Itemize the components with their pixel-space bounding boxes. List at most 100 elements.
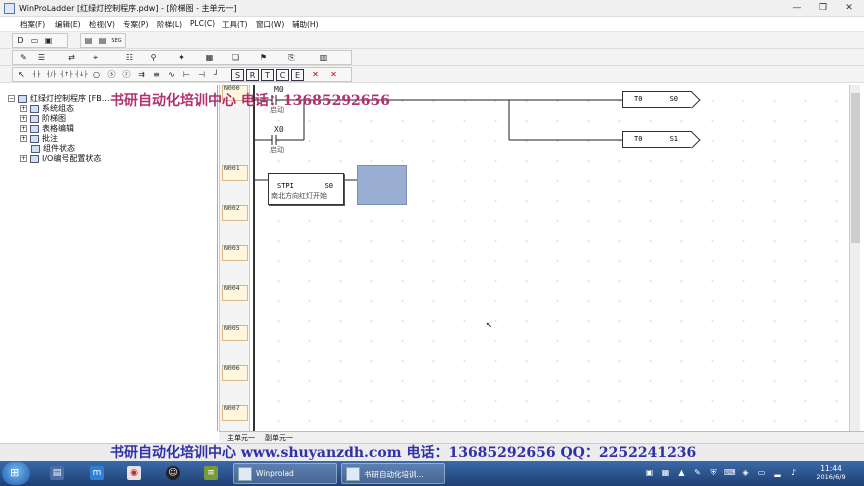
tree-item-io[interactable]: + I/O编号配置状态 xyxy=(20,153,101,164)
branch-icon[interactable]: ⇉ xyxy=(135,69,148,81)
locate-icon[interactable]: ⌖ xyxy=(89,52,102,64)
output-target: S0 xyxy=(669,95,678,103)
contact-address[interactable]: X0 xyxy=(274,125,284,134)
menu-file[interactable]: 档案(F) xyxy=(20,19,45,30)
find-icon[interactable]: ⚲ xyxy=(147,52,160,64)
windows-logo-icon: ⊞ xyxy=(10,466,20,479)
expand-icon[interactable]: + xyxy=(20,155,27,162)
print-button[interactable]: ▤ xyxy=(82,35,95,47)
ladder-editor[interactable]: N000 N001 N002 N003 N004 N005 N006 N007 … xyxy=(219,84,849,431)
menu-tools[interactable]: 工具(T) xyxy=(222,19,247,30)
menu-project[interactable]: 专案(P) xyxy=(123,19,148,30)
open-button[interactable]: ▭ xyxy=(28,35,41,47)
menu-plc[interactable]: PLC(C) xyxy=(190,19,215,28)
menu-help[interactable]: 辅助(H) xyxy=(292,19,319,30)
taskbar-pin[interactable]: m xyxy=(82,463,112,484)
taskbar-pin[interactable]: ◉ xyxy=(119,463,149,484)
left-link-icon[interactable]: ⊢ xyxy=(180,69,193,81)
preview-button[interactable]: ▤ xyxy=(96,35,109,47)
clock[interactable]: 11:44 2016/6/9 xyxy=(806,464,856,481)
monitor-tray-icon[interactable]: ▣ xyxy=(644,467,655,478)
start-button[interactable]: ⊞ xyxy=(2,462,30,485)
coil-icon[interactable]: ○ xyxy=(90,69,103,81)
security-tray-icon[interactable]: ⛨ xyxy=(708,467,719,478)
stack-icon: ≡ xyxy=(204,466,218,480)
qq-icon: ☺ xyxy=(166,466,180,480)
right-link-icon[interactable]: ⊣ xyxy=(195,69,208,81)
collapse-icon[interactable]: − xyxy=(8,95,15,102)
taskbar-pin[interactable]: ≡ xyxy=(196,463,226,484)
rising-contact-icon[interactable]: ┤↑├ xyxy=(60,69,73,81)
c-block-icon[interactable]: C xyxy=(276,69,289,81)
corner-icon[interactable]: ┘ xyxy=(210,69,223,81)
hline-icon[interactable]: ≡ xyxy=(150,69,163,81)
menu-ladder[interactable]: 阶梯(L) xyxy=(157,19,182,30)
maximize-button[interactable]: ❐ xyxy=(810,0,836,17)
flag-icon[interactable]: ⚑ xyxy=(257,52,270,64)
table-icon[interactable]: ▥ xyxy=(317,52,330,64)
set-coil-icon[interactable]: ⓢ xyxy=(105,69,118,81)
stpi-function-block[interactable]: STPI S0 南北方向红灯开始 xyxy=(268,173,344,205)
project-icon xyxy=(18,94,27,103)
rung-label[interactable]: N002 xyxy=(222,204,248,221)
list-icon[interactable]: ☷ xyxy=(123,52,136,64)
chevron-up-icon[interactable]: ▲ xyxy=(676,467,687,478)
rung-label[interactable]: N003 xyxy=(222,244,248,261)
rung-label[interactable]: N006 xyxy=(222,364,248,381)
t-block-icon[interactable]: T xyxy=(261,69,274,81)
volume-icon[interactable]: ♪ xyxy=(788,467,799,478)
reset-coil-icon[interactable]: ⓡ xyxy=(120,69,133,81)
expand-icon[interactable]: + xyxy=(20,135,27,142)
save-button[interactable]: ▣ xyxy=(42,35,55,47)
window-icon[interactable]: ❏ xyxy=(229,52,242,64)
grid-icon[interactable]: ▦ xyxy=(203,52,216,64)
expand-icon[interactable]: + xyxy=(20,115,27,122)
e-block-icon[interactable]: E xyxy=(291,69,304,81)
menu-view[interactable]: 检视(V) xyxy=(89,19,115,30)
mouse-cursor-icon: ↖ xyxy=(486,319,493,330)
scroll-thumb[interactable] xyxy=(851,93,860,243)
minimize-button[interactable]: — xyxy=(784,0,810,17)
network-tray-icon[interactable]: ▦ xyxy=(660,467,671,478)
close-button[interactable]: ✕ xyxy=(836,0,862,17)
vertical-scrollbar[interactable] xyxy=(849,85,860,431)
toolbar-ladder: ↖ ┤├ ┤/├ ┤↑├ ┤↓├ ○ ⓢ ⓡ ⇉ ≡ ∿ ⊢ ⊣ ┘ S R T… xyxy=(0,66,864,83)
menu-edit[interactable]: 编辑(E) xyxy=(55,19,81,30)
rung-label[interactable]: N004 xyxy=(222,284,248,301)
nc-contact-icon[interactable]: ┤/├ xyxy=(45,69,58,81)
display-tray-icon[interactable]: ▭ xyxy=(756,467,767,478)
no-contact-icon[interactable]: ┤├ xyxy=(30,69,43,81)
pen-tray-icon[interactable]: ✎ xyxy=(692,467,703,478)
duplicate-icon[interactable]: ⎘ xyxy=(285,52,298,64)
input-tray-icon[interactable]: ⌨ xyxy=(724,467,736,478)
expand-icon[interactable]: + xyxy=(20,105,27,112)
signal-tray-icon[interactable]: ▂ xyxy=(772,467,783,478)
s-block-icon[interactable]: S xyxy=(231,69,244,81)
taskbar-app-browser[interactable]: 书研自动化培训... xyxy=(341,463,445,484)
wave-icon[interactable]: ∿ xyxy=(165,69,178,81)
output-box[interactable]: T0 S0 xyxy=(622,91,701,109)
delete-line-icon[interactable]: ✕ xyxy=(327,69,340,81)
copy-icon[interactable]: ☰ xyxy=(35,52,48,64)
expand-icon[interactable]: + xyxy=(20,125,27,132)
r-block-icon[interactable]: R xyxy=(246,69,259,81)
rung-label[interactable]: N007 xyxy=(222,404,248,421)
taskbar-pin[interactable]: ▤ xyxy=(42,463,72,484)
delete-icon[interactable]: ✕ xyxy=(309,69,322,81)
falling-contact-icon[interactable]: ┤↓├ xyxy=(75,69,88,81)
rung-label[interactable]: N005 xyxy=(222,324,248,341)
monitor-icon[interactable]: ✦ xyxy=(175,52,188,64)
pointer-icon[interactable]: ↖ xyxy=(15,69,28,81)
menu-bar: 档案(F) 编辑(E) 检视(V) 专案(P) 阶梯(L) PLC(C) 工具(… xyxy=(0,17,864,32)
shield-icon[interactable]: ◈ xyxy=(740,467,751,478)
cut-icon[interactable]: ✎ xyxy=(17,52,30,64)
menu-window[interactable]: 窗口(W) xyxy=(256,19,284,30)
output-box[interactable]: T0 S1 xyxy=(622,131,701,149)
seg-button[interactable]: SEG xyxy=(110,35,123,47)
project-tree: − 红绿灯控制程序 [FB... + 系统组态 + 阶梯图 + 表格编辑 + 批注 组件状… xyxy=(0,85,218,431)
new-button[interactable]: D xyxy=(14,35,27,47)
taskbar-pin[interactable]: ☺ xyxy=(158,463,188,484)
taskbar-app-winprolad[interactable]: Winprolad xyxy=(233,463,337,484)
cursor-selection[interactable] xyxy=(357,165,407,205)
swap-icon[interactable]: ⇄ xyxy=(65,52,78,64)
